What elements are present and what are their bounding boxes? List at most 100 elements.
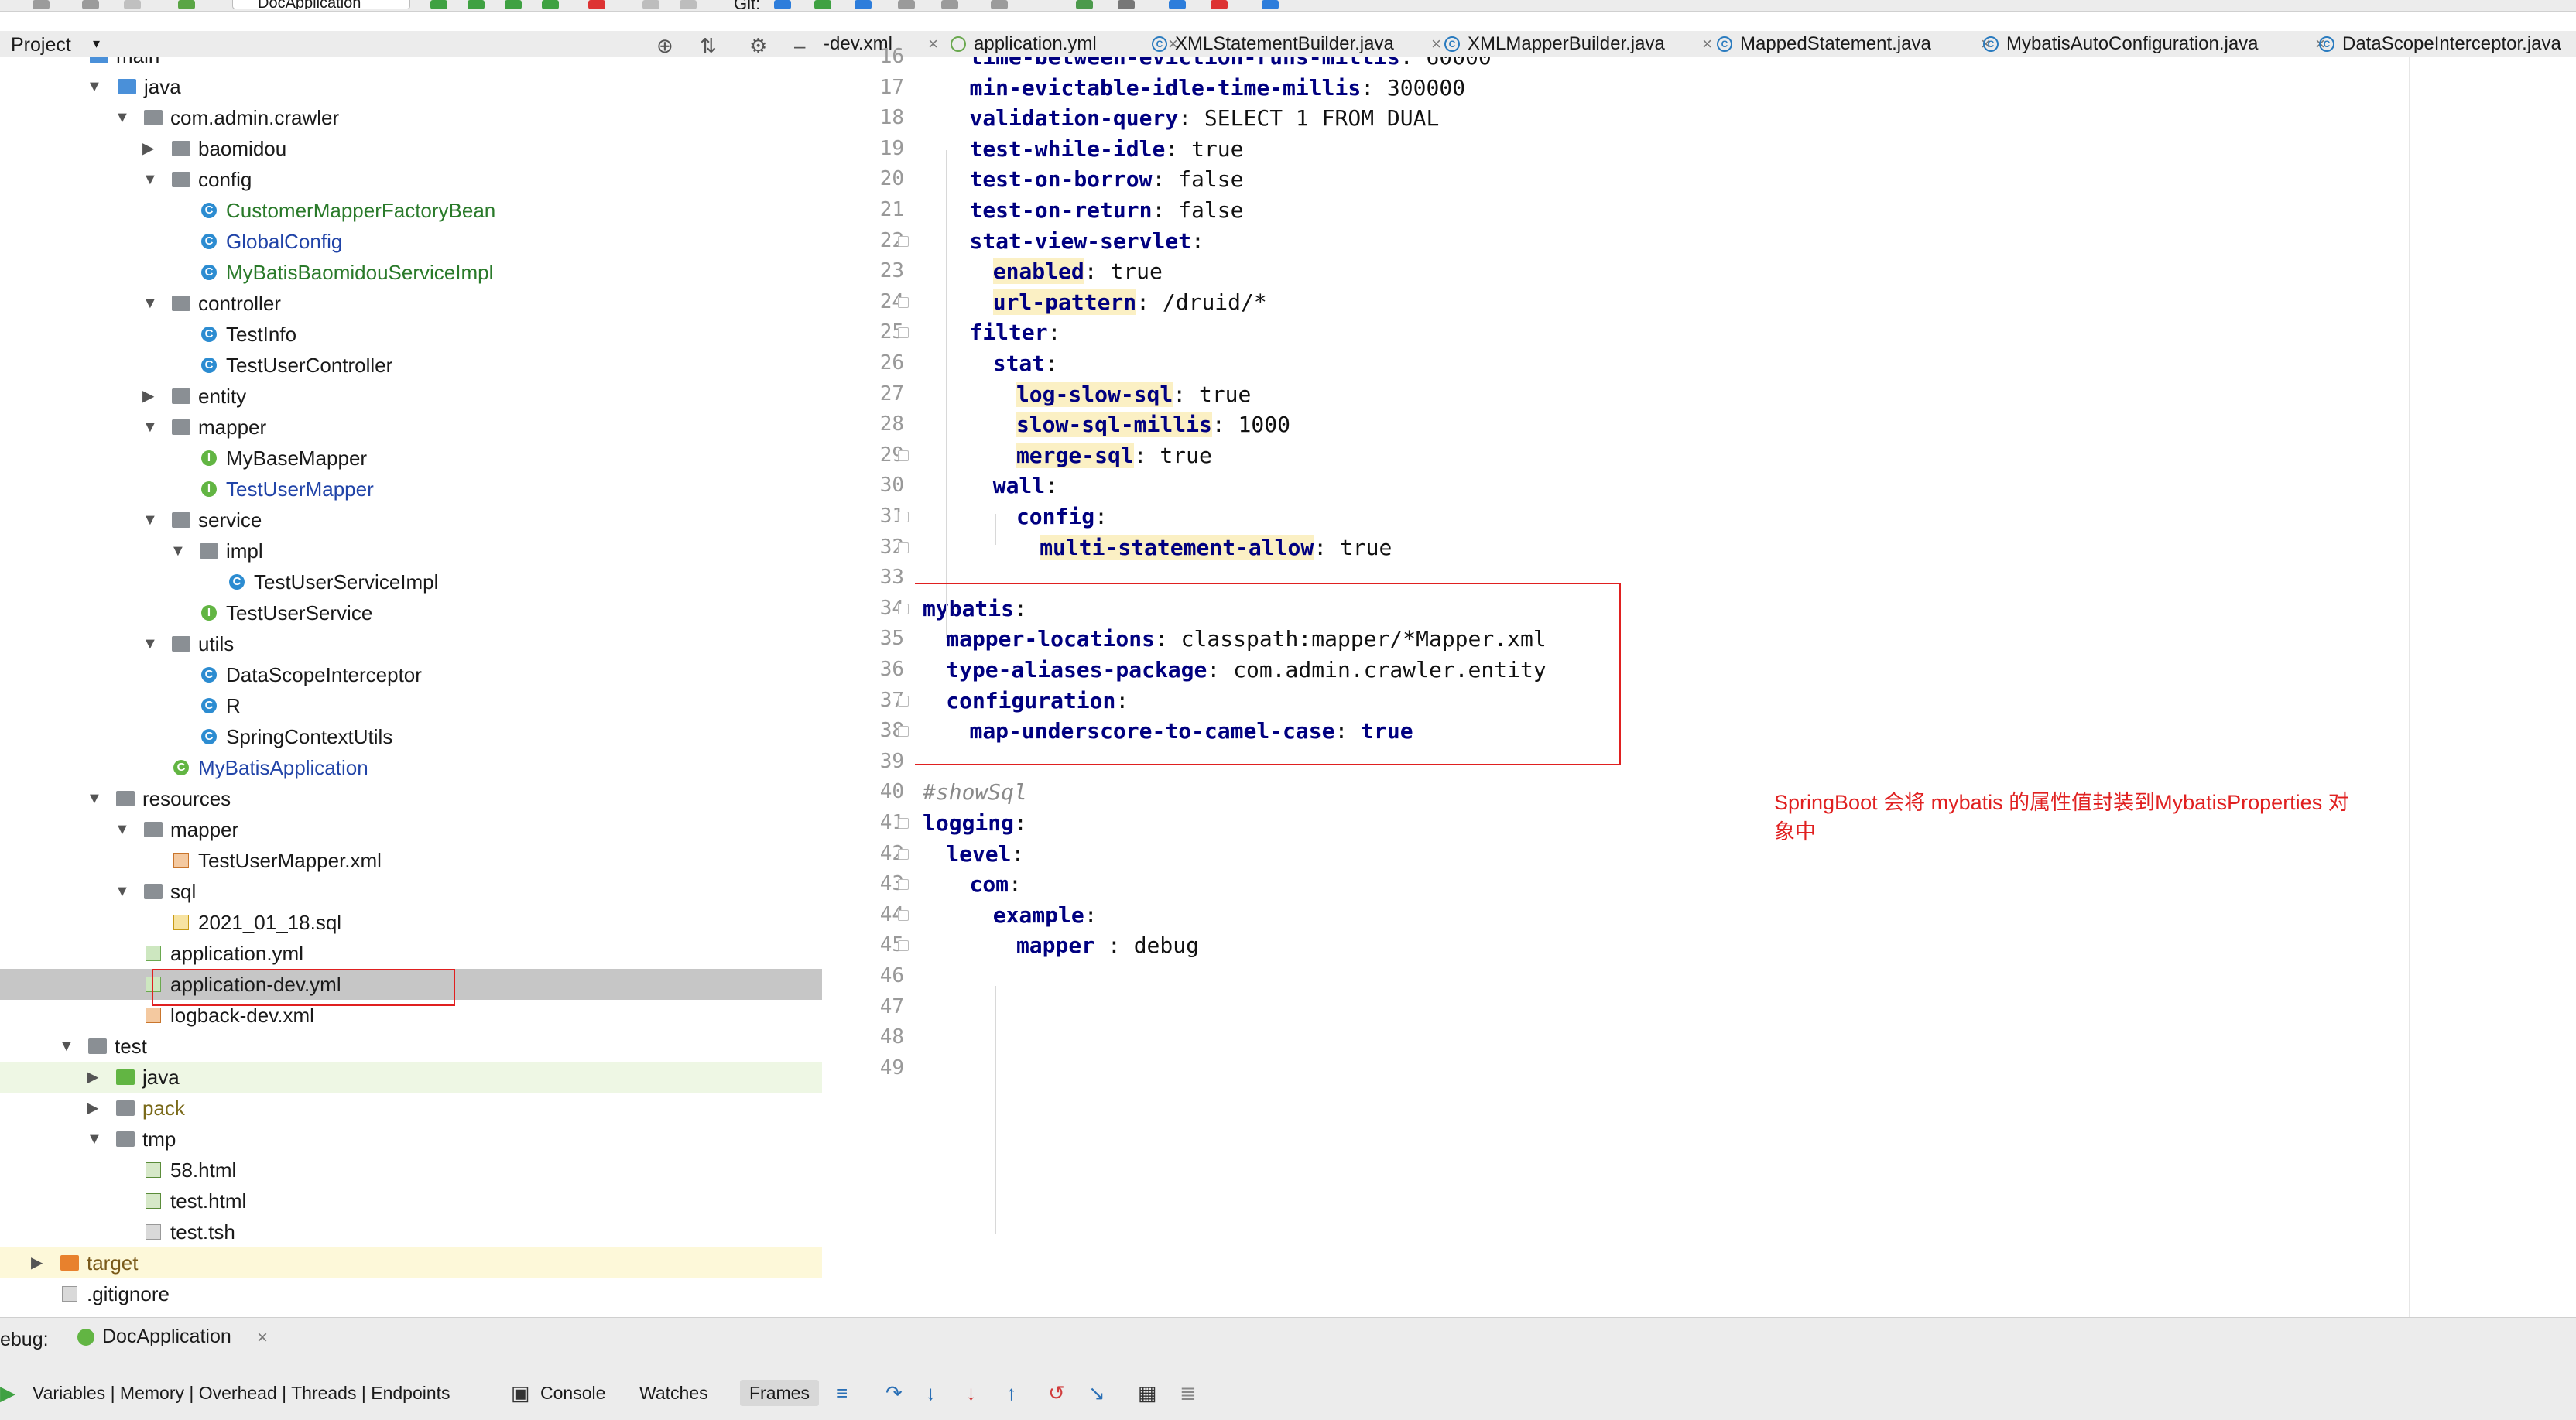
- tree-node-baomidou[interactable]: ▶ baomidou: [0, 133, 822, 164]
- expanded-arrow-icon[interactable]: ▼: [87, 783, 105, 814]
- step-out-icon[interactable]: ↑: [1006, 1381, 1016, 1405]
- fold-marker-icon[interactable]: [898, 909, 909, 921]
- tree-node-test-html[interactable]: test.html: [0, 1186, 822, 1216]
- collapsed-arrow-icon[interactable]: ▶: [31, 1247, 50, 1278]
- collapsed-arrow-icon[interactable]: ▶: [87, 1062, 105, 1093]
- rollback-icon[interactable]: [941, 0, 958, 9]
- tree-node-controller[interactable]: ▼ controller: [0, 288, 822, 319]
- fold-marker-icon[interactable]: [898, 512, 909, 522]
- tree-node-testuserserviceimpl[interactable]: C TestUserServiceImpl: [0, 566, 822, 597]
- plugin-icon[interactable]: [1169, 0, 1186, 9]
- tree-node-logback-dev-xml[interactable]: logback-dev.xml: [0, 1000, 822, 1031]
- tree-node-sql[interactable]: ▼ sql: [0, 876, 822, 907]
- tree-node-test[interactable]: ▼ test: [0, 1031, 822, 1062]
- coverage-icon[interactable]: [505, 0, 522, 9]
- search-icon[interactable]: [1118, 0, 1135, 9]
- tree-node-testusermapper[interactable]: I TestUserMapper: [0, 474, 822, 505]
- fold-marker-icon[interactable]: [898, 879, 909, 891]
- tab-mybatisautoconfiguration[interactable]: C MybatisAutoConfiguration.java ×: [1978, 31, 2325, 57]
- tree-node-mybatisapplication[interactable]: C MyBatisApplication: [0, 752, 822, 783]
- tree-node-package[interactable]: ▼ com.admin.crawler: [0, 102, 822, 133]
- debug-icon[interactable]: [468, 0, 485, 9]
- forward-icon[interactable]: [124, 0, 141, 9]
- expanded-arrow-icon[interactable]: ▼: [115, 814, 133, 845]
- back-icon[interactable]: [82, 0, 99, 9]
- tree-node-test-java[interactable]: ▶ java: [0, 1062, 822, 1093]
- fold-marker-icon[interactable]: [898, 726, 909, 737]
- tree-node-testinfo[interactable]: C TestInfo: [0, 319, 822, 350]
- close-icon[interactable]: ×: [257, 1327, 268, 1349]
- tree-node-application-yml[interactable]: application.yml: [0, 938, 822, 969]
- run-icon[interactable]: [430, 0, 447, 9]
- menu-icon[interactable]: ≡: [836, 1381, 848, 1405]
- tree-node-sql-file[interactable]: 2021_01_18.sql: [0, 907, 822, 938]
- tree-node-java[interactable]: ▼ java: [0, 71, 822, 102]
- debug-session-tab[interactable]: DocApplication: [77, 1326, 231, 1348]
- project-title[interactable]: Project: [11, 34, 71, 56]
- fold-marker-icon[interactable]: [898, 327, 909, 339]
- tree-node-r[interactable]: C R: [0, 690, 822, 721]
- tree-node-resources-mapper[interactable]: ▼ mapper: [0, 814, 822, 845]
- git-commit-icon[interactable]: [814, 0, 831, 9]
- expanded-arrow-icon[interactable]: ▼: [115, 102, 133, 133]
- terminal-icon[interactable]: [1076, 0, 1093, 9]
- fold-marker-icon[interactable]: [898, 450, 909, 461]
- fold-marker-icon[interactable]: [898, 542, 909, 553]
- tree-node-mybasemapper[interactable]: I MyBaseMapper: [0, 443, 822, 474]
- tree-node-globalconfig[interactable]: C GlobalConfig: [0, 226, 822, 257]
- collapsed-arrow-icon[interactable]: ▶: [87, 1093, 105, 1124]
- tree-node-gitignore[interactable]: .gitignore: [0, 1278, 822, 1309]
- tree-node-main[interactable]: main: [0, 57, 822, 71]
- run-to-cursor-icon[interactable]: ↘: [1088, 1381, 1105, 1405]
- tree-node-springcontextutils[interactable]: C SpringContextUtils: [0, 721, 822, 752]
- tree-node-datascopeinterceptor[interactable]: C DataScopeInterceptor: [0, 659, 822, 690]
- fold-marker-icon[interactable]: [898, 848, 909, 860]
- tree-node-tmp[interactable]: ▼ tmp: [0, 1124, 822, 1155]
- minimize-icon[interactable]: –: [794, 34, 805, 58]
- tree-node-entity[interactable]: ▶ entity: [0, 381, 822, 412]
- force-step-into-icon[interactable]: ↓: [966, 1381, 976, 1405]
- fold-marker-icon[interactable]: [898, 940, 909, 952]
- tab-datascopeinterceptor[interactable]: C DataScopeInterceptor.java: [2314, 31, 2576, 57]
- tab-xmlstatementbuilder[interactable]: C XMLStatementBuilder.java ×: [1147, 31, 1441, 57]
- tree-node-mapper[interactable]: ▼ mapper: [0, 412, 822, 443]
- tab-frames[interactable]: Frames: [740, 1380, 819, 1406]
- expanded-arrow-icon[interactable]: ▼: [142, 505, 161, 535]
- notification-icon[interactable]: [1211, 0, 1228, 9]
- evaluate-icon[interactable]: ▦: [1138, 1381, 1157, 1405]
- tab-xmlmapperbuilder[interactable]: C XMLMapperBuilder.java ×: [1440, 31, 1712, 57]
- step-into-icon[interactable]: ↓: [926, 1381, 936, 1405]
- tree-node-resources[interactable]: ▼ resources: [0, 783, 822, 814]
- sdk-icon[interactable]: [680, 0, 697, 9]
- collapsed-arrow-icon[interactable]: ▶: [142, 133, 161, 164]
- drop-frame-icon[interactable]: ↺: [1048, 1381, 1065, 1405]
- fold-marker-icon[interactable]: [898, 235, 909, 247]
- crosshair-icon[interactable]: ⊕: [656, 34, 673, 58]
- tree-node-pack[interactable]: ▶ pack: [0, 1093, 822, 1124]
- profile-icon[interactable]: [542, 0, 559, 9]
- expanded-arrow-icon[interactable]: ▼: [170, 535, 189, 566]
- gear-icon[interactable]: ⚙: [749, 34, 767, 58]
- build-icon[interactable]: [178, 0, 195, 9]
- project-structure-icon[interactable]: [642, 0, 659, 9]
- tree-node-testuserservice[interactable]: I TestUserService: [0, 597, 822, 628]
- tree-node-58-html[interactable]: 58.html: [0, 1155, 822, 1186]
- presentation-icon[interactable]: [1262, 0, 1279, 9]
- tree-node-testusermapper-xml[interactable]: TestUserMapper.xml: [0, 845, 822, 876]
- tree-node-customermapperfactorybean[interactable]: C CustomerMapperFactoryBean: [0, 195, 822, 226]
- tree-node-service[interactable]: ▼ service: [0, 505, 822, 535]
- fold-marker-icon[interactable]: [898, 695, 909, 707]
- tree-node-config[interactable]: ▼ config: [0, 164, 822, 195]
- expanded-arrow-icon[interactable]: ▼: [142, 164, 161, 195]
- code-editor[interactable]: time-between-eviction-runs-millis: 60000…: [915, 57, 2576, 1317]
- expanded-arrow-icon[interactable]: ▼: [142, 412, 161, 443]
- collapse-icon[interactable]: ⇅: [700, 34, 717, 58]
- history-icon[interactable]: [898, 0, 915, 9]
- tab-application-yml[interactable]: application.yml ×: [946, 31, 1178, 57]
- expanded-arrow-icon[interactable]: ▼: [142, 628, 161, 659]
- wrench-icon[interactable]: [991, 0, 1008, 9]
- expanded-arrow-icon[interactable]: ▼: [115, 876, 133, 907]
- tree-node-impl[interactable]: ▼ impl: [0, 535, 822, 566]
- fold-marker-icon[interactable]: [898, 296, 909, 308]
- fold-marker-icon[interactable]: [898, 818, 909, 829]
